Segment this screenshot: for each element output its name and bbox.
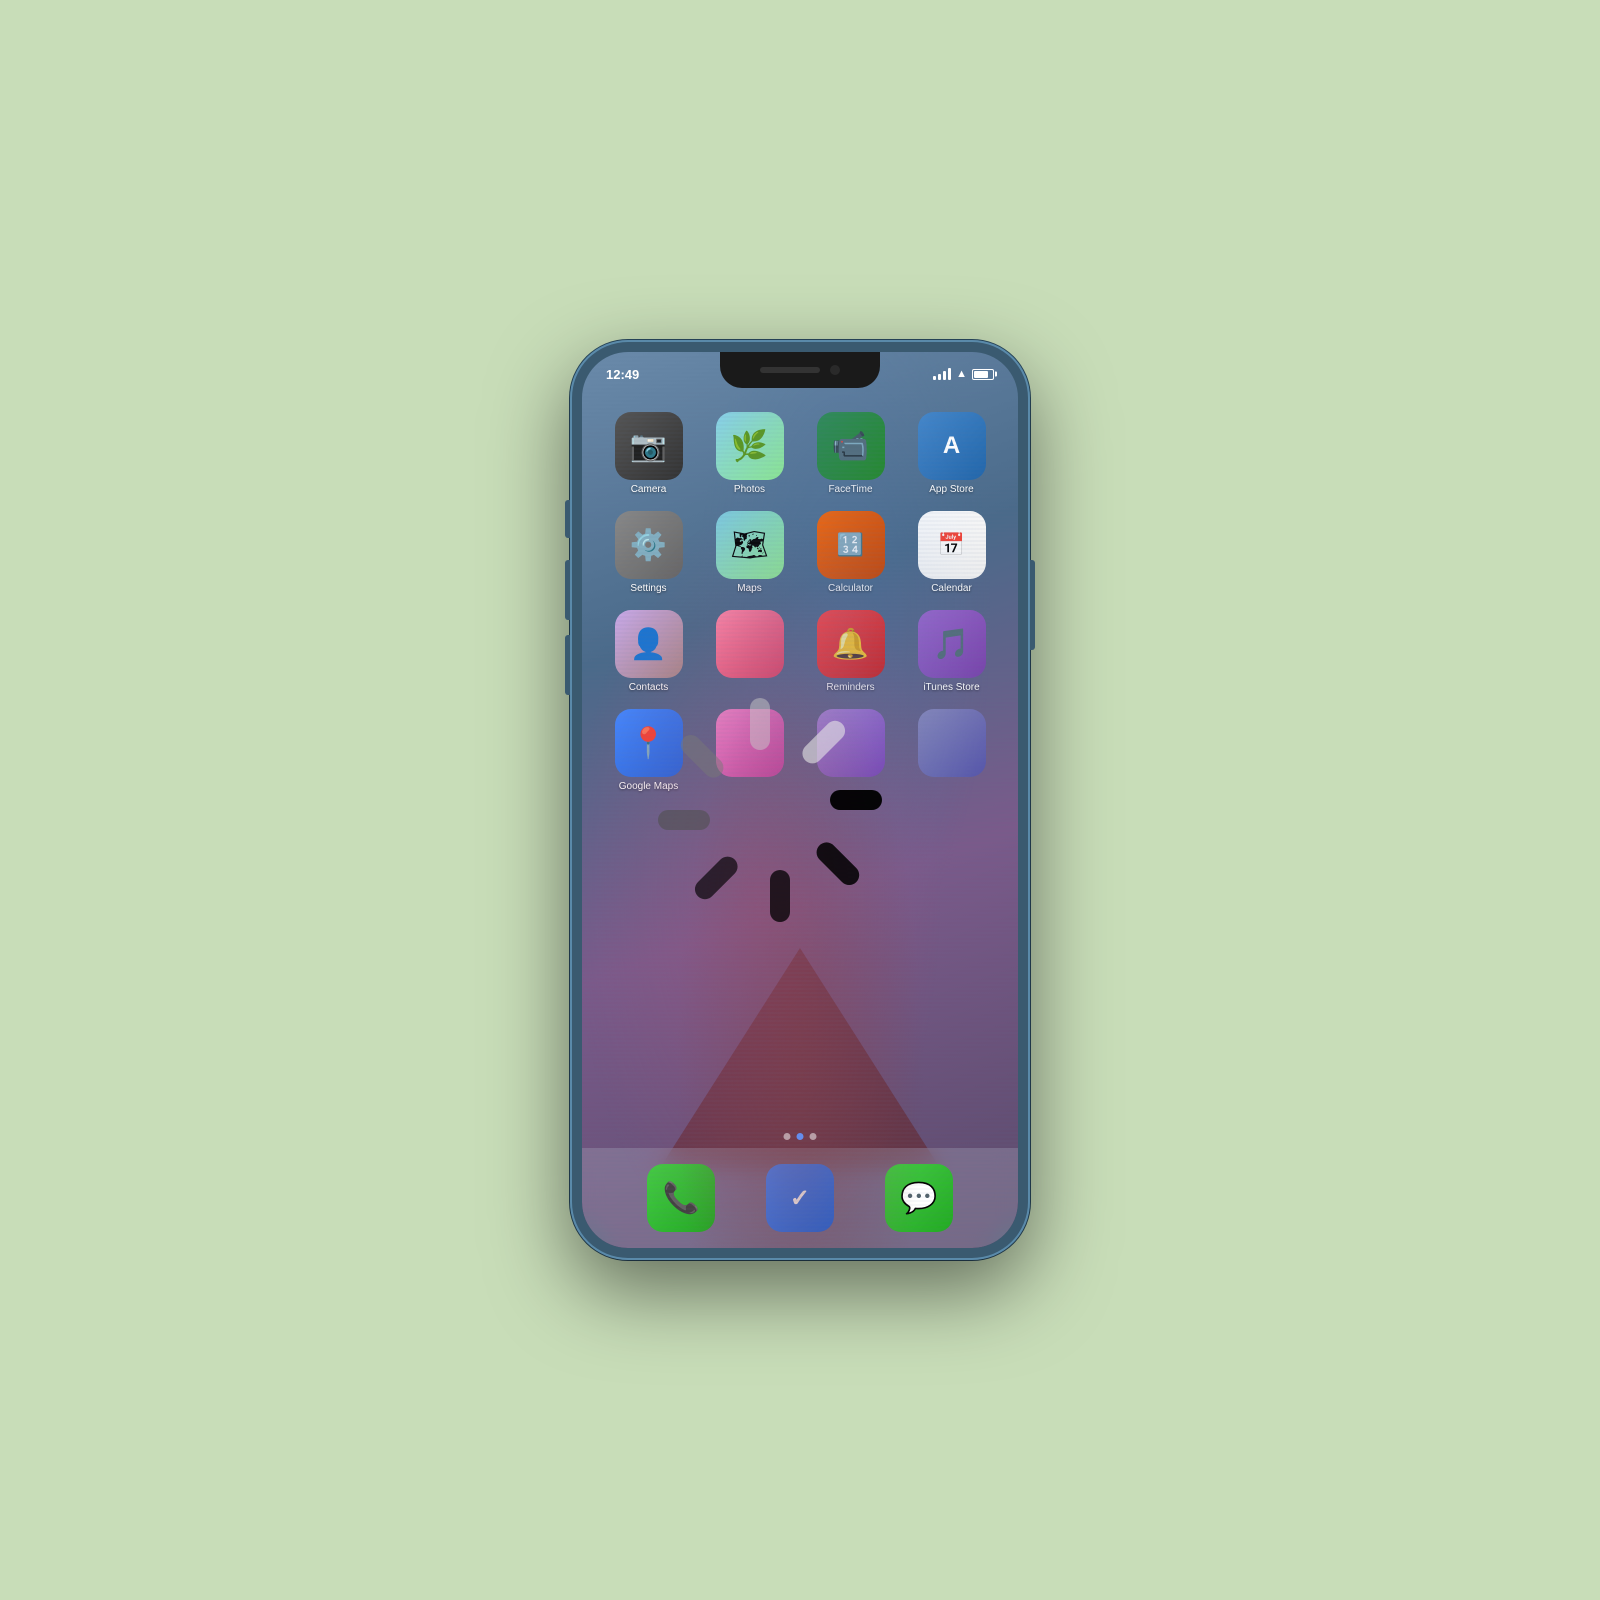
silent-button[interactable]	[565, 500, 570, 538]
spinner-segment-5	[677, 731, 728, 782]
spinner-segment-4	[658, 810, 710, 830]
spinner-segment-3	[691, 852, 742, 903]
spinner-segment-6	[750, 698, 770, 750]
front-camera	[830, 365, 840, 375]
status-icons: ▲	[933, 368, 994, 380]
spinner-segment-7	[798, 717, 849, 768]
spinner-segment-0	[830, 790, 882, 810]
power-button[interactable]	[1030, 560, 1035, 650]
phone-screen: 12:49 ▲ 📷 Camera	[582, 352, 1018, 1248]
time-display: 12:49	[606, 367, 639, 382]
loading-spinner	[690, 690, 910, 910]
volume-down-button[interactable]	[565, 635, 570, 695]
spinner-overlay	[582, 352, 1018, 1248]
volume-up-button[interactable]	[565, 560, 570, 620]
notch	[720, 352, 880, 388]
spinner-segment-2	[770, 870, 790, 922]
wifi-icon: ▲	[956, 368, 967, 380]
spinner-segment-1	[812, 838, 863, 889]
speaker	[760, 367, 820, 373]
battery-icon	[972, 369, 994, 380]
phone-container: 12:49 ▲ 📷 Camera	[570, 340, 1030, 1260]
signal-icon	[933, 368, 951, 380]
